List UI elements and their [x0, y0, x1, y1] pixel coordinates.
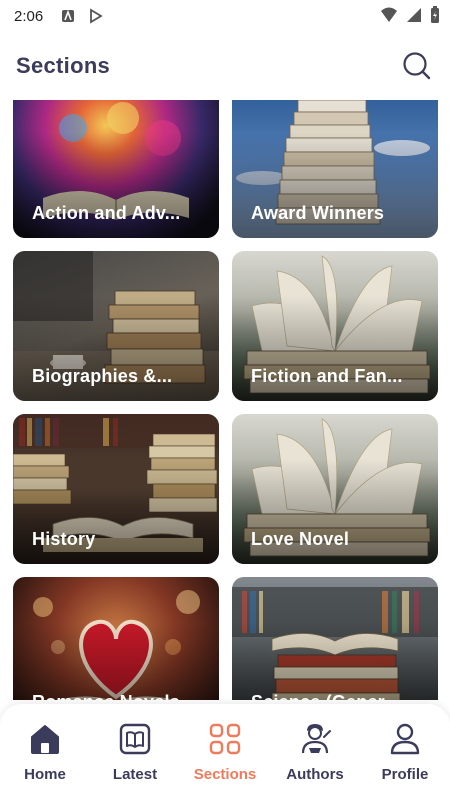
signal-icon: [406, 7, 422, 28]
status-indicators: [380, 6, 440, 29]
app-notification-icon: [59, 7, 77, 25]
section-card-romance-novels[interactable]: Romance Novels: [13, 577, 219, 700]
grid-icon: [209, 723, 241, 755]
nav-label: Sections: [193, 766, 257, 783]
section-card-label: Romance Novels: [32, 692, 207, 700]
search-icon: [403, 52, 431, 80]
battery-icon: [430, 6, 440, 29]
author-icon: [301, 724, 331, 754]
section-card-fiction-and-fantasy[interactable]: Fiction and Fan...: [232, 251, 438, 401]
section-card-label: Fiction and Fan...: [251, 366, 403, 386]
nav-item-home[interactable]: Home: [5, 720, 85, 783]
nav-item-authors[interactable]: Authors: [275, 720, 355, 783]
top-app-bar: Sections: [0, 40, 450, 92]
section-card-label: Biographies &...: [32, 366, 173, 386]
section-card-label: Love Novel: [251, 529, 350, 549]
home-icon: [31, 725, 59, 754]
sections-grid: Action and Adv... Award Winners Biograph…: [13, 100, 438, 700]
section-card-love-novel[interactable]: Love Novel: [232, 414, 438, 564]
nav-item-latest[interactable]: Latest: [95, 720, 175, 783]
nav-label: Authors: [286, 766, 344, 783]
nav-item-sections[interactable]: Sections: [185, 720, 265, 783]
section-card-biographies[interactable]: Biographies &...: [13, 251, 219, 401]
sections-grid-viewport[interactable]: Action and Adv... Award Winners Biograph…: [0, 100, 450, 700]
status-time: 2:06: [14, 7, 44, 25]
search-button[interactable]: [400, 49, 434, 83]
nav-label: Profile: [381, 766, 429, 783]
page-title: Sections: [16, 53, 111, 78]
nav-label: Latest: [112, 766, 158, 783]
section-card-label: Award Winners: [251, 203, 385, 223]
section-card-action-and-adventure[interactable]: Action and Adv...: [13, 100, 219, 238]
bottom-navigation: Home Latest Sections Authors Profile: [0, 704, 450, 800]
section-card-science-general[interactable]: Science (Gener...: [232, 577, 438, 700]
nav-label: Home: [24, 766, 66, 783]
section-card-label: History: [32, 529, 96, 549]
section-card-label: Science (Gener...: [251, 692, 426, 700]
status-bar: 2:06: [0, 0, 450, 32]
section-card-award-winners[interactable]: Award Winners: [232, 100, 438, 238]
section-card-history[interactable]: History: [13, 414, 219, 564]
wifi-icon: [380, 7, 398, 28]
profile-icon: [390, 723, 420, 755]
play-store-icon: [87, 7, 105, 25]
section-card-label: Action and Adv...: [32, 203, 181, 223]
nav-item-profile[interactable]: Profile: [365, 720, 445, 783]
book-icon: [119, 723, 151, 755]
